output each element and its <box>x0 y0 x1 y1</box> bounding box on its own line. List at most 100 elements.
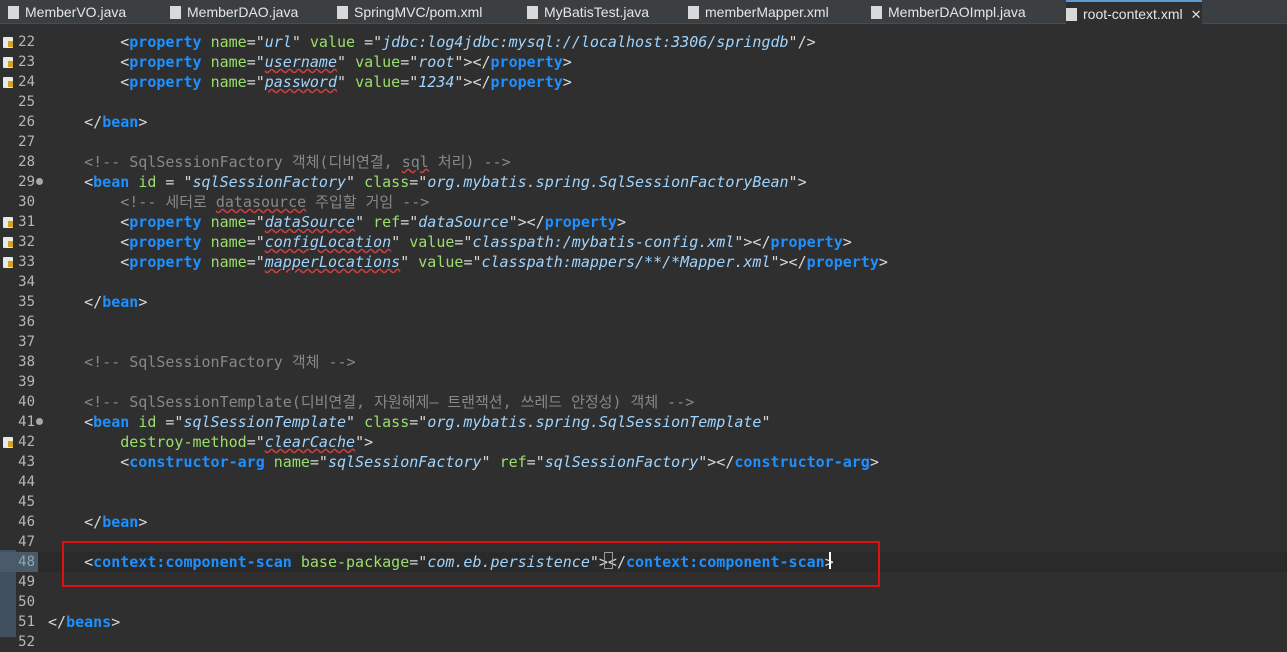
code-token: "></ <box>454 73 491 91</box>
tab-springmvc-pom-xml[interactable]: SpringMVC/pom.xml <box>337 0 482 24</box>
code-line[interactable]: 27 <box>0 132 1287 152</box>
code-token: > <box>562 53 572 71</box>
code-line[interactable]: 26 </bean> <box>0 112 1287 132</box>
code-line[interactable]: 28 <!-- SqlSessionFactory 객체(디비연결, sql 처… <box>0 152 1287 172</box>
code-token: "></ <box>734 233 771 251</box>
tab-label: MemberDAOImpl.java <box>888 4 1026 20</box>
code-line[interactable]: 39 <box>0 372 1287 392</box>
annotation-icon[interactable] <box>3 437 13 448</box>
code-token: mapperLocations <box>264 253 401 271</box>
code-token: property <box>129 33 202 51</box>
code-text: <property name="configLocation" value="c… <box>48 232 852 252</box>
code-token: " <box>761 413 771 431</box>
line-number: 43 <box>18 454 35 470</box>
annotation-icon[interactable] <box>3 57 13 68</box>
code-line[interactable]: 35 </bean> <box>0 292 1287 312</box>
tab-mybatistest-java[interactable]: MyBatisTest.java <box>527 0 649 24</box>
code-token: id <box>138 173 157 191</box>
code-token: " <box>337 73 356 91</box>
code-line[interactable]: 24 <property name="password" value="1234… <box>0 72 1287 92</box>
fold-toggle-icon[interactable] <box>36 418 43 425</box>
code-line[interactable]: 51 </beans> <box>0 612 1287 632</box>
code-token: = " <box>156 173 193 191</box>
code-line[interactable]: 43 <constructor-arg name="sqlSessionFact… <box>0 452 1287 472</box>
code-token: =" <box>454 233 473 251</box>
code-line[interactable]: 45 <box>0 492 1287 512</box>
tab-membermapper-xml[interactable]: memberMapper.xml <box>688 0 829 24</box>
tab-root-context-xml[interactable]: root-context.xml ✕ <box>1066 0 1202 24</box>
code-line[interactable]: 40 <!-- SqlSessionTemplate(디비연결, 자원해제— 트… <box>0 392 1287 412</box>
code-token: "> <box>788 173 807 191</box>
code-token: <!-- SqlSessionFactory 객체 --> <box>48 353 356 371</box>
matching-bracket-marker <box>604 552 613 569</box>
code-token: " <box>346 173 365 191</box>
tab-label: MyBatisTest.java <box>544 4 650 20</box>
code-token: " <box>337 53 356 71</box>
tab-memberdaoimpl-java[interactable]: MemberDAOImpl.java <box>871 0 1026 24</box>
code-line[interactable]: 30 <!-- 세터로 datasource 주입할 거임 --> <box>0 192 1287 212</box>
code-token: org.mybatis.spring.SqlSessionFactoryBean <box>427 173 789 191</box>
code-text: destroy-method="clearCache"> <box>48 432 373 452</box>
code-token: value <box>418 253 464 271</box>
code-line[interactable]: 50 <box>0 592 1287 612</box>
code-token: property <box>544 213 617 231</box>
code-token: clearCache <box>264 433 356 451</box>
code-line[interactable]: 29 <bean id = "sqlSessionFactory" class=… <box>0 172 1287 192</box>
code-token: value <box>355 73 401 91</box>
code-line[interactable]: 52 <box>0 632 1287 652</box>
tab-memberdao-java[interactable]: MemberDAO.java <box>170 0 298 24</box>
fold-toggle-icon[interactable] <box>36 178 43 185</box>
tab-label: memberMapper.xml <box>705 4 829 20</box>
code-token: dataSource <box>264 213 356 231</box>
annotation-icon[interactable] <box>3 237 13 248</box>
code-token: =" <box>309 453 328 471</box>
code-token: ref <box>373 213 401 231</box>
annotation-icon[interactable] <box>3 217 13 228</box>
code-line[interactable]: 32 <property name="configLocation" value… <box>0 232 1287 252</box>
annotation-icon[interactable] <box>3 77 13 88</box>
code-token: > <box>111 613 121 631</box>
code-token: =" <box>246 213 265 231</box>
code-line[interactable]: 22 <property name="url" value ="jdbc:log… <box>0 32 1287 52</box>
line-number: 30 <box>18 194 35 210</box>
code-token: =" <box>400 73 419 91</box>
text-cursor <box>829 552 831 569</box>
code-line[interactable]: 42 destroy-method="clearCache"> <box>0 432 1287 452</box>
code-text: <constructor-arg name="sqlSessionFactory… <box>48 452 879 472</box>
code-line[interactable]: 23 <property name="username" value="root… <box>0 52 1287 72</box>
code-token: property <box>490 73 563 91</box>
code-line[interactable]: 46 </bean> <box>0 512 1287 532</box>
tab-membervo-java[interactable]: MemberVO.java <box>8 0 126 24</box>
code-line[interactable]: 36 <box>0 312 1287 332</box>
code-line[interactable]: 25 <box>0 92 1287 112</box>
code-token: > <box>878 253 888 271</box>
code-token: " <box>481 453 500 471</box>
line-number: 49 <box>18 574 35 590</box>
annotation-icon[interactable] <box>3 257 13 268</box>
line-number: 48 <box>0 552 38 572</box>
code-line[interactable]: 44 <box>0 472 1287 492</box>
code-line[interactable]: 34 <box>0 272 1287 292</box>
annotation-icon[interactable] <box>3 37 13 48</box>
code-text: <property name="dataSource" ref="dataSou… <box>48 212 626 232</box>
code-token: org.mybatis.spring.SqlSessionTemplate <box>427 413 762 431</box>
code-line[interactable]: 33 <property name="mapperLocations" valu… <box>0 252 1287 272</box>
code-line[interactable]: 31 <property name="dataSource" ref="data… <box>0 212 1287 232</box>
code-text: </bean> <box>48 292 147 312</box>
line-number: 47 <box>18 534 35 550</box>
code-text: <!-- SqlSessionTemplate(디비연결, 자원해제— 트랜잭션… <box>48 392 694 412</box>
code-token: " <box>346 413 365 431</box>
code-line[interactable]: 41 <bean id ="sqlSessionTemplate" class=… <box>0 412 1287 432</box>
code-line[interactable]: 37 <box>0 332 1287 352</box>
code-token: password <box>264 73 337 91</box>
code-token: < <box>48 213 130 231</box>
code-token: < <box>48 253 130 271</box>
code-line[interactable]: 38 <!-- SqlSessionFactory 객체 --> <box>0 352 1287 372</box>
code-token: =" <box>246 53 265 71</box>
code-token: name <box>210 233 247 251</box>
close-tab-icon[interactable]: ✕ <box>1191 7 1202 22</box>
code-token: < <box>48 73 130 91</box>
